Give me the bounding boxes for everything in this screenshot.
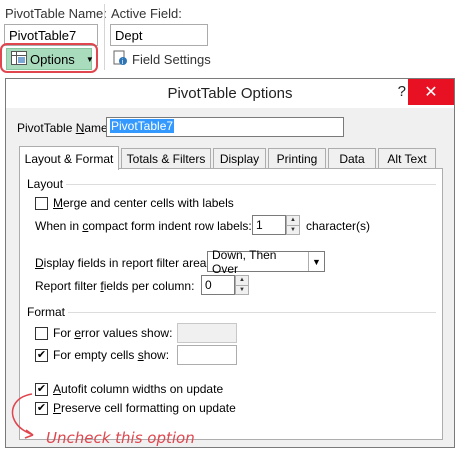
autofit-label: Autofit column widths on update — [53, 382, 224, 396]
empty-cells-input[interactable] — [177, 345, 237, 365]
tab-printing[interactable]: Printing — [268, 148, 326, 168]
error-values-label: For error values show: — [53, 326, 173, 340]
dialog-name-input[interactable]: PivotTable7 — [106, 117, 344, 137]
merge-label: Merge and center cells with labels — [53, 196, 234, 210]
tab-layout-format[interactable]: Layout & Format — [19, 146, 119, 170]
close-icon[interactable]: ✕ — [408, 79, 454, 105]
filter-fields-input[interactable]: 0 — [201, 275, 235, 295]
error-values-checkbox[interactable] — [35, 327, 48, 340]
tab-display[interactable]: Display — [213, 148, 266, 168]
ribbon-separator — [104, 4, 105, 70]
empty-cells-label: For empty cells show: — [53, 348, 170, 362]
tab-label: Printing — [276, 151, 318, 166]
dropdown-arrow-icon: ▼ — [85, 54, 94, 64]
empty-cells-checkbox[interactable]: ✔ — [35, 349, 48, 362]
pivottable-name-label: PivotTable Name: — [5, 6, 107, 21]
format-section-title: Format — [27, 305, 66, 319]
tab-label: Totals & Filters — [126, 151, 206, 166]
indent-label: When in compact form indent row labels: — [35, 219, 252, 233]
error-values-input[interactable] — [177, 323, 237, 343]
field-settings-button[interactable]: i Field Settings — [112, 50, 211, 69]
dialog-name-label: PivotTable Name: — [17, 121, 112, 135]
active-field-input[interactable]: Dept — [110, 24, 208, 46]
section-divider — [68, 312, 436, 313]
indent-input[interactable]: 1 — [252, 215, 286, 235]
spin-up-icon[interactable]: ▲ — [287, 216, 299, 226]
options-button-label: Options — [30, 51, 75, 67]
filter-area-select[interactable]: Down, Then Over ▼ — [207, 248, 325, 276]
spin-down-icon[interactable]: ▼ — [287, 226, 299, 235]
chevron-down-icon[interactable]: ▼ — [308, 252, 324, 271]
tab-alt-text[interactable]: Alt Text — [378, 148, 436, 168]
filter-fields-label: Report filter fields per column: — [35, 279, 195, 293]
preserve-formatting-label: Preserve cell formatting on update — [53, 401, 236, 415]
dialog-title: PivotTable Options — [167, 85, 293, 102]
tab-label: Display — [219, 151, 260, 166]
annotation-text: Uncheck this option — [46, 429, 195, 447]
help-icon[interactable]: ? — [398, 83, 406, 100]
layout-section-title: Layout — [27, 177, 64, 191]
options-button[interactable]: Options ▼ — [6, 48, 94, 70]
tab-data[interactable]: Data — [328, 148, 376, 168]
filter-area-label: Display fields in report filter area: — [35, 256, 210, 270]
field-settings-icon: i — [112, 50, 128, 69]
indent-unit-label: character(s) — [306, 219, 371, 233]
tab-label: Alt Text — [387, 151, 427, 166]
merge-checkbox[interactable] — [35, 197, 48, 210]
filter-fields-spinner[interactable]: ▲ ▼ — [235, 275, 249, 295]
active-field-label: Active Field: — [111, 6, 182, 21]
filter-area-value: Down, Then Over — [212, 247, 277, 276]
tab-label: Data — [339, 151, 365, 166]
field-settings-label: Field Settings — [132, 52, 211, 67]
spin-down-icon[interactable]: ▼ — [236, 286, 248, 295]
indent-spinner[interactable]: ▲ ▼ — [286, 215, 300, 235]
dialog-title-bar: PivotTable Options ? ✕ — [6, 79, 454, 108]
tab-label: Layout & Format — [24, 151, 114, 166]
spin-up-icon[interactable]: ▲ — [236, 276, 248, 286]
options-icon — [11, 50, 27, 68]
tab-totals-filters[interactable]: Totals & Filters — [121, 148, 211, 168]
section-divider — [66, 184, 436, 185]
dialog-name-value: PivotTable7 — [110, 119, 175, 133]
